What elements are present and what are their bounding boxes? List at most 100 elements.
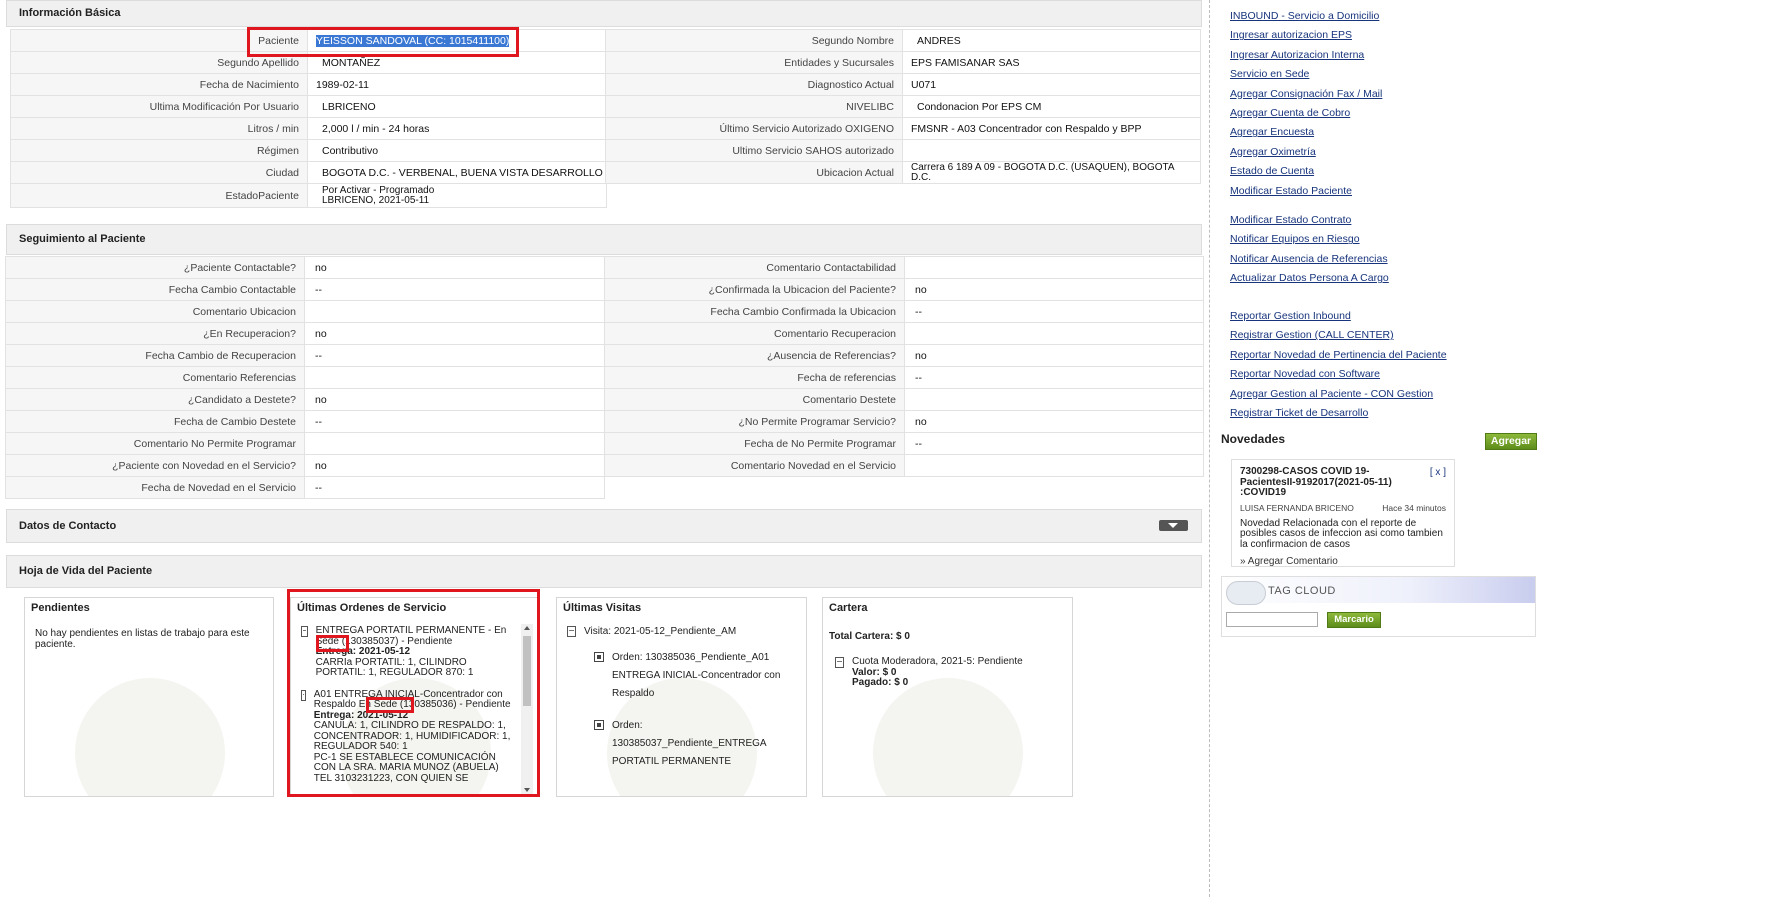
sidebar-link[interactable]: Ingresar Autorizacion Interna xyxy=(1230,46,1550,65)
tracking-header: Seguimiento al Paciente xyxy=(6,224,1202,255)
orders-highlight-box xyxy=(287,589,540,797)
close-news-button[interactable]: [ x ] xyxy=(1430,467,1446,499)
row-label: Entidades y Sucursales xyxy=(605,51,903,74)
row-label: Comentario No Permite Programar xyxy=(5,432,305,455)
sidebar-link[interactable]: Servicio en Sede xyxy=(1230,65,1550,84)
sidebar-link[interactable]: Modificar Estado Paciente xyxy=(1230,182,1550,201)
sidebar-link[interactable]: Modificar Estado Contrato xyxy=(1230,211,1550,230)
table-row: Fecha de referencias -- xyxy=(604,366,1204,389)
sidebar-link[interactable]: Registrar Ticket de Desarrollo xyxy=(1230,404,1550,423)
patient-highlight-box xyxy=(247,27,519,57)
sidebar-links-top: INBOUND - Servicio a Domicilio Ingresar a… xyxy=(1230,7,1550,201)
document-icon xyxy=(567,626,576,637)
row-value: U071 xyxy=(902,73,1201,96)
table-row: Fecha de Cambio Destete -- xyxy=(5,410,605,433)
row-label: Litros / min xyxy=(10,117,308,140)
row-value: no xyxy=(904,278,1204,301)
row-value: no xyxy=(904,410,1204,433)
visit-text: Visita: 2021-05-12_Pendiente_AM xyxy=(584,626,737,637)
row-label: ¿Ausencia de Referencias? xyxy=(604,344,905,367)
table-row: Régimen Contributivo xyxy=(10,139,607,162)
sidebar-link[interactable]: Reportar Gestion Inbound xyxy=(1230,307,1550,326)
row-value: LBRICENO xyxy=(307,95,607,118)
table-row: Ultima Modificación Por Usuario LBRICENO xyxy=(10,95,607,118)
history-title: Hoja de Vida del Paciente xyxy=(19,565,153,577)
row-value: 1989-02-11 xyxy=(307,73,607,96)
sidebar-link[interactable]: INBOUND - Servicio a Domicilio xyxy=(1230,7,1550,26)
sidebar-link[interactable]: Ingresar autorizacion EPS xyxy=(1230,26,1550,45)
sidebar-link[interactable]: Reportar Novedad con Software xyxy=(1230,365,1550,384)
row-label: Diagnostico Actual xyxy=(605,73,903,96)
row-label: ¿Paciente con Novedad en el Servicio? xyxy=(5,454,305,477)
sidebar-link[interactable]: Agregar Oximetría xyxy=(1230,143,1550,162)
row-label: Régimen xyxy=(10,139,308,162)
table-row: Comentario Novedad en el Servicio xyxy=(604,454,1204,477)
list-item[interactable]: Visita: 2021-05-12_Pendiente_AM xyxy=(567,626,797,637)
table-row: Fecha de Nacimiento 1989-02-11 xyxy=(10,73,607,96)
sidebar-link[interactable]: Agregar Encuesta xyxy=(1230,123,1550,142)
row-value: -- xyxy=(304,476,605,499)
row-label: Comentario Contactabilidad xyxy=(604,256,905,279)
row-value: -- xyxy=(304,278,605,301)
news-item-title[interactable]: 7300298-CASOS COVID 19-PacientesII-91920… xyxy=(1240,466,1420,499)
sidebar-cut-link xyxy=(1230,0,1550,2)
row-value: ANDRES xyxy=(902,29,1201,52)
cloud-icon xyxy=(1226,581,1266,605)
sidebar-link[interactable]: Agregar Consignación Fax / Mail xyxy=(1230,85,1550,104)
column-divider xyxy=(1209,0,1210,897)
tracking-right-table: Comentario Contactabilidad ¿Confirmada la… xyxy=(604,256,1204,477)
pending-panel: Pendientes No hay pendientes en listas d… xyxy=(24,597,274,797)
sidebar-link[interactable]: Actualizar Datos Persona A Cargo xyxy=(1230,269,1550,288)
row-value xyxy=(904,388,1204,411)
table-row: NIVELIBC Condonacion Por EPS CM xyxy=(605,95,1201,118)
sidebar-link[interactable]: Notificar Equipos en Riesgo xyxy=(1230,230,1550,249)
list-item[interactable]: Cuota Moderadora, 2021-5: Pendiente Valor… xyxy=(835,656,1023,689)
row-value: Condonacion Por EPS CM xyxy=(902,95,1201,118)
news-body: Novedad Relacionada con el reporte de po… xyxy=(1240,517,1443,550)
mark-button[interactable]: Marcario xyxy=(1327,612,1381,628)
row-label: Comentario Ubicacion xyxy=(5,300,305,323)
expand-toggle-button[interactable] xyxy=(1159,520,1188,531)
contact-header[interactable]: Datos de Contacto xyxy=(6,509,1202,543)
sidebar-link[interactable]: Agregar Cuenta de Cobro xyxy=(1230,104,1550,123)
table-row: ¿Ausencia de Referencias? no xyxy=(604,344,1204,367)
table-row: Comentario Destete xyxy=(604,388,1204,411)
checkbox-icon xyxy=(594,652,604,662)
row-value: no xyxy=(304,256,605,279)
row-label: EstadoPaciente xyxy=(10,183,308,208)
row-value: no xyxy=(304,322,605,345)
row-value: BOGOTA D.C. - VERBENAL, BUENA VISTA DESA… xyxy=(307,161,607,184)
sidebar-link[interactable]: Notificar Ausencia de Referencias xyxy=(1230,250,1550,269)
row-label: Comentario Recuperacion xyxy=(604,322,905,345)
pending-text: No hay pendientes en listas de trabajo p… xyxy=(35,628,250,650)
table-row: EstadoPaciente Por Activar - Programado LB… xyxy=(10,183,607,208)
table-row: Fecha de Novedad en el Servicio -- xyxy=(5,476,605,499)
table-row: Fecha de No Permite Programar -- xyxy=(604,432,1204,455)
list-item[interactable]: Orden: 130385036_Pendiente_A01 ENTREGA I… xyxy=(567,649,797,703)
row-label: Fecha de Cambio Destete xyxy=(5,410,305,433)
row-value xyxy=(304,432,605,455)
wallet-pagado: Pagado: $ 0 xyxy=(852,677,909,688)
table-row: ¿Paciente con Novedad en el Servicio? no xyxy=(5,454,605,477)
tag-search-input[interactable] xyxy=(1226,612,1318,627)
row-label: Ultima Modificación Por Usuario xyxy=(10,95,308,118)
news-title: Novedades xyxy=(1221,432,1286,446)
add-comment-link[interactable]: » Agregar Comentario xyxy=(1240,556,1446,567)
row-label: Ultimo Servicio SAHOS autorizado xyxy=(605,139,903,162)
row-label: Fecha Cambio Contactable xyxy=(5,278,305,301)
row-label: Fecha de No Permite Programar xyxy=(604,432,905,455)
row-value xyxy=(304,300,605,323)
tracking-left-table: ¿Paciente Contactable? no Fecha Cambio Con… xyxy=(5,256,605,499)
list-item[interactable]: Orden: 130385037_Pendiente_ENTREGA PORTA… xyxy=(567,717,797,771)
sidebar-link[interactable]: Reportar Novedad de Pertinencia del Paci… xyxy=(1230,346,1550,365)
news-time: Hace 34 minutos xyxy=(1382,502,1446,513)
row-label: ¿En Recuperacion? xyxy=(5,322,305,345)
table-row: Último Servicio Autorizado OXIGENO FMSNR … xyxy=(605,117,1201,140)
sidebar-link[interactable]: Estado de Cuenta xyxy=(1230,162,1550,181)
chevron-down-icon xyxy=(1168,523,1178,528)
sidebar-link[interactable]: Agregar Gestion al Paciente - CON Gestio… xyxy=(1230,385,1550,404)
row-label: Fecha Cambio de Recuperacion xyxy=(5,344,305,367)
row-value: Carrera 6 189 A 09 - BOGOTA D.C. (USAQUE… xyxy=(902,161,1201,184)
add-news-button[interactable]: Agregar xyxy=(1485,433,1537,450)
sidebar-link[interactable]: Registrar Gestion (CALL CENTER) xyxy=(1230,326,1550,345)
